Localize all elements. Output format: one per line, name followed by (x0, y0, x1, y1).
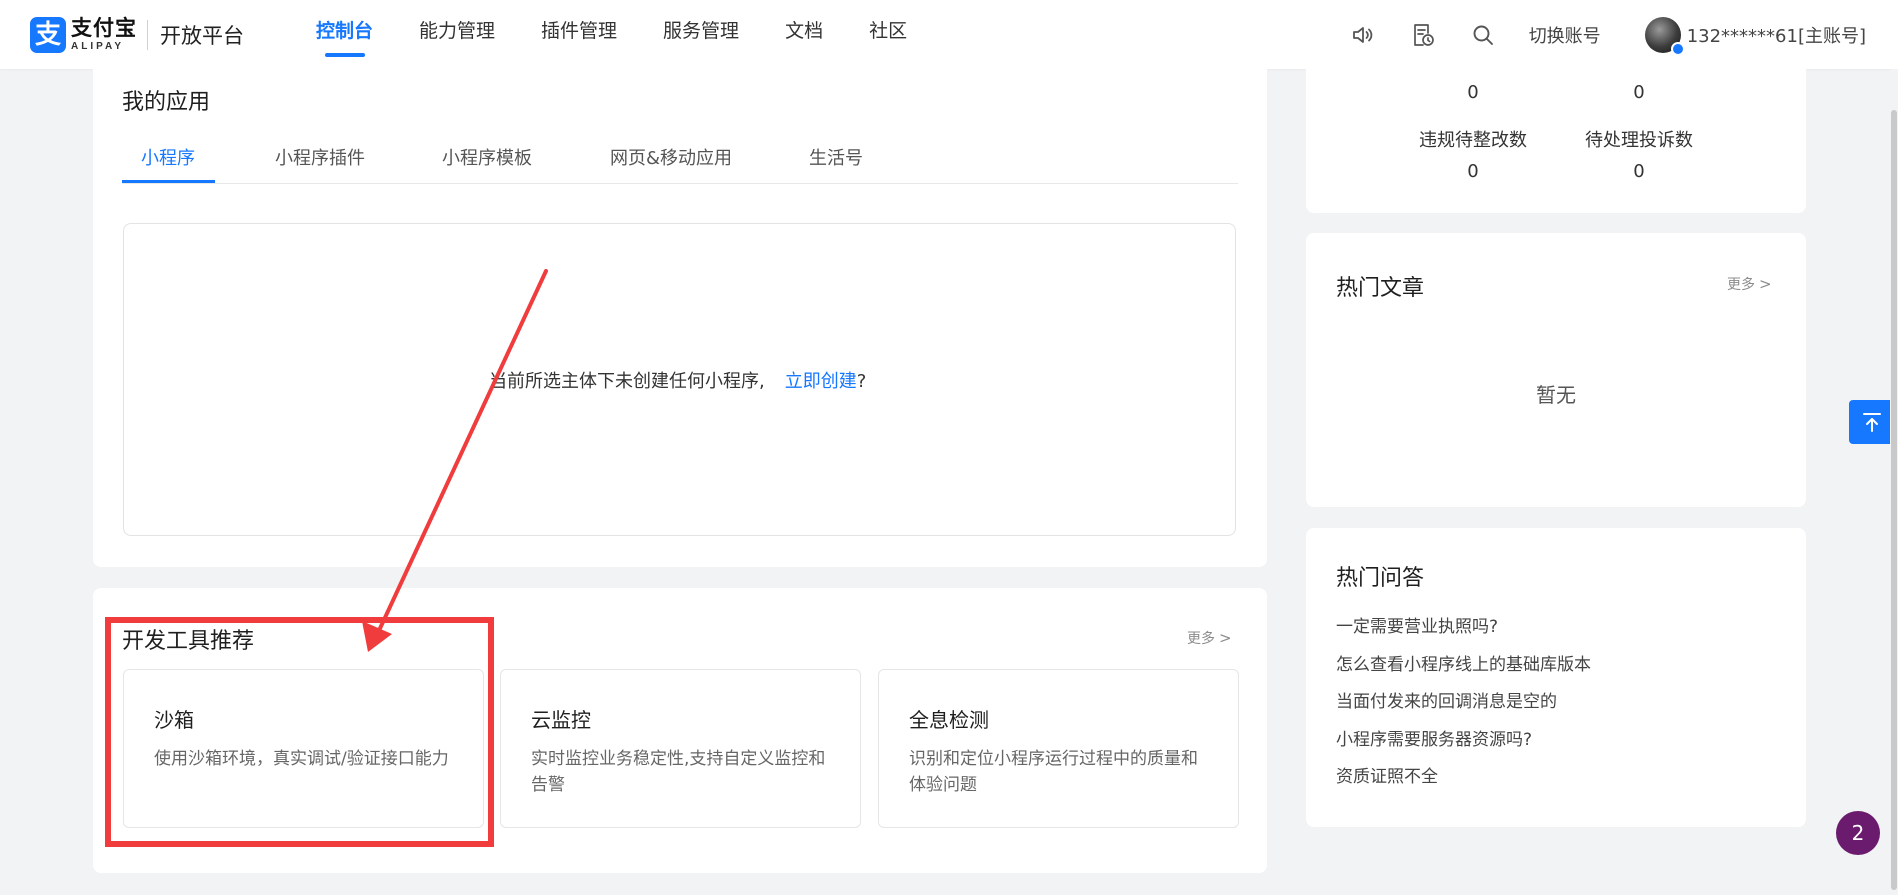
create-now-link[interactable]: 立即创建 (785, 371, 857, 392)
my-apps-title: 我的应用 (122, 90, 211, 115)
nav-tab-console[interactable]: 控制台 (316, 0, 373, 69)
stat-value-top-1: 0 (1467, 82, 1479, 103)
tool-name: 沙箱 (154, 708, 194, 732)
hot-articles-more-link[interactable]: 更多 > (1727, 274, 1772, 294)
tool-name: 云监控 (531, 708, 591, 732)
stat-label-violations: 违规待整改数 (1419, 130, 1527, 151)
dev-tools-more-label: 更多 (1187, 631, 1215, 647)
nav-tab-capabilities[interactable]: 能力管理 (419, 0, 495, 69)
nav-right: 切换账号 132******61[主账号] (1349, 0, 1866, 69)
tool-card-cloud-monitor[interactable]: 云监控 实时监控业务稳定性,支持自定义监控和告警 (500, 669, 861, 828)
empty-state-suffix: ? (856, 371, 867, 392)
main-nav: 控制台 能力管理 插件管理 服务管理 文档 社区 (316, 0, 953, 69)
document-clock-icon[interactable] (1409, 21, 1437, 49)
search-icon[interactable] (1469, 21, 1497, 49)
tool-card-holographic-check[interactable]: 全息检测 识别和定位小程序运行过程中的质量和体验问题 (878, 669, 1239, 828)
scrollbar-thumb[interactable] (1891, 110, 1897, 890)
qa-item[interactable]: 怎么查看小程序线上的基础库版本 (1336, 650, 1591, 675)
chevron-right-icon: > (1759, 275, 1772, 293)
stat-value-complaints: 0 (1633, 161, 1645, 182)
logo-divider (147, 20, 148, 50)
active-tab-indicator (122, 180, 215, 183)
nav-tab-community[interactable]: 社区 (869, 0, 907, 69)
empty-state-text: 当前所选主体下未创建任何小程序, (489, 371, 765, 392)
arrow-up-icon (1862, 413, 1881, 432)
tab-mini-program[interactable]: 小程序 (141, 144, 195, 170)
qa-item[interactable]: 一定需要营业执照吗? (1336, 612, 1498, 637)
logo-en: ALIPAY (71, 41, 125, 52)
logo-text: 支付宝 ALIPAY (71, 18, 137, 52)
stat-label-complaints: 待处理投诉数 (1585, 130, 1693, 151)
switch-account-link[interactable]: 切换账号 (1529, 22, 1601, 48)
alipay-logo[interactable]: 支 支付宝 ALIPAY 开放平台 (30, 15, 244, 55)
hot-articles-more-label: 更多 (1727, 277, 1755, 293)
tool-desc: 实时监控业务稳定性,支持自定义监控和告警 (531, 749, 826, 795)
tab-mini-program-template[interactable]: 小程序模板 (442, 144, 532, 170)
top-navbar: 支 支付宝 ALIPAY 开放平台 控制台 能力管理 插件管理 服务管理 文档 … (0, 0, 1898, 69)
verified-badge-icon (1670, 41, 1685, 56)
stat-value-top-2: 0 (1633, 82, 1645, 103)
hot-qa-title: 热门问答 (1336, 566, 1425, 591)
dev-tools-title: 开发工具推荐 (122, 629, 255, 654)
tool-desc: 使用沙箱环境，真实调试/验证接口能力 (154, 749, 449, 769)
account-name[interactable]: 132******61[主账号] (1687, 22, 1866, 48)
tab-mini-program-plugin[interactable]: 小程序插件 (275, 144, 365, 170)
hot-articles-empty: 暂无 (1536, 383, 1576, 407)
back-to-top-button[interactable] (1849, 400, 1894, 444)
nav-tab-docs[interactable]: 文档 (785, 0, 823, 69)
empty-state-message: 当前所选主体下未创建任何小程序, 立即创建? (489, 367, 866, 393)
qa-item[interactable]: 当面付发来的回调消息是空的 (1336, 687, 1557, 712)
tab-web-mobile-app[interactable]: 网页&移动应用 (610, 144, 732, 170)
qa-item[interactable]: 小程序需要服务器资源吗? (1336, 725, 1532, 750)
chevron-right-icon: > (1219, 629, 1232, 647)
alipay-logo-mark: 支 (30, 17, 66, 53)
tab-life-account[interactable]: 生活号 (809, 144, 863, 170)
tool-desc: 识别和定位小程序运行过程中的质量和体验问题 (909, 749, 1198, 795)
tool-card-sandbox[interactable]: 沙箱 使用沙箱环境，真实调试/验证接口能力 (123, 669, 484, 828)
stat-value-violations: 0 (1467, 161, 1479, 182)
app-type-tabs: 小程序 小程序插件 小程序模板 网页&移动应用 生活号 (122, 144, 1238, 184)
avatar[interactable] (1644, 16, 1685, 56)
platform-name: 开放平台 (160, 24, 244, 48)
notification-badge[interactable]: 2 (1836, 811, 1880, 855)
logo-cn: 支付宝 (71, 16, 137, 40)
hot-articles-title: 热门文章 (1336, 276, 1425, 301)
dev-tools-more-link[interactable]: 更多 > (1187, 628, 1232, 648)
qa-item[interactable]: 资质证照不全 (1336, 762, 1438, 787)
nav-tab-services[interactable]: 服务管理 (663, 0, 739, 69)
tool-name: 全息检测 (909, 708, 989, 732)
nav-tab-plugins[interactable]: 插件管理 (541, 0, 617, 69)
speaker-icon[interactable] (1349, 21, 1377, 49)
